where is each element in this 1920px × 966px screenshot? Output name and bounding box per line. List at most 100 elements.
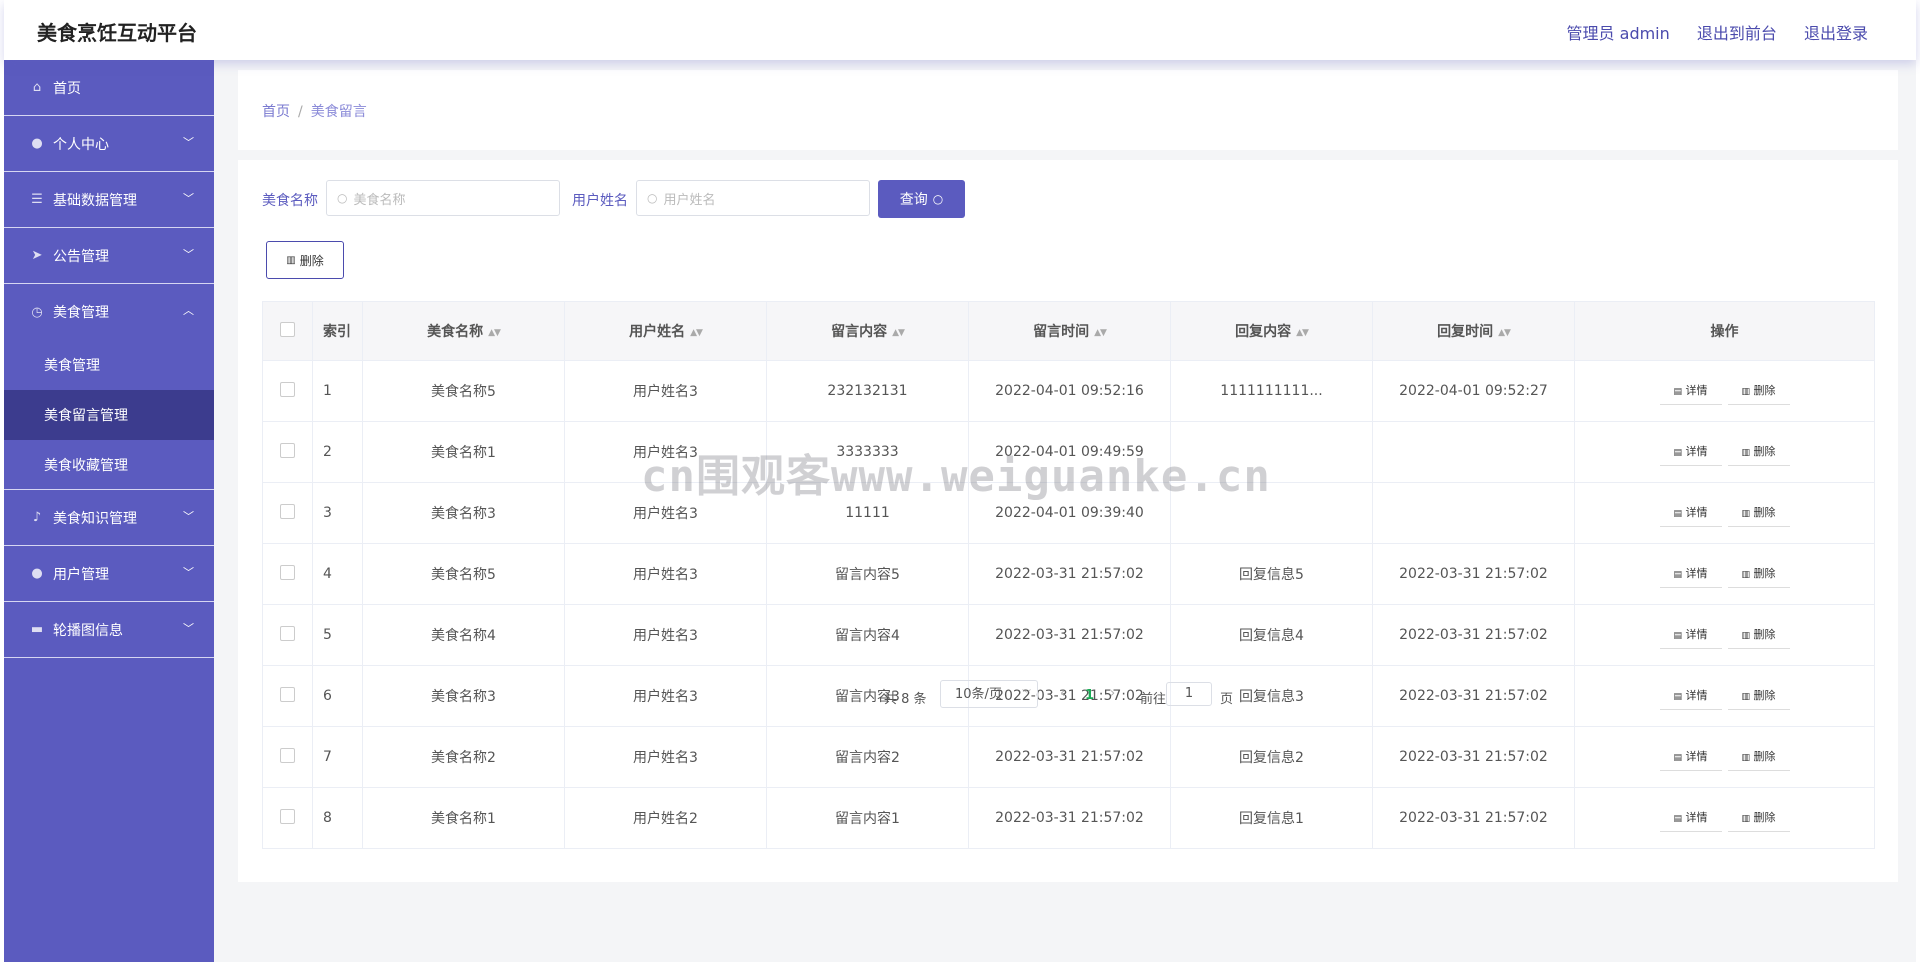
select-all-checkbox[interactable] <box>262 301 313 361</box>
row-checkbox[interactable] <box>262 482 313 544</box>
delete-button[interactable]: ▥ 删除 <box>1727 622 1790 649</box>
app: 美食烹饪互动平台 管理员 admin 退出到前台 退出登录 ⌂ 首页 ● 个人中… <box>4 0 1916 962</box>
sidebar-item-knowledge[interactable]: ♪ 美食知识管理 ﹀ <box>4 490 214 546</box>
column-header-time[interactable]: 留言时间 ▲▼ <box>968 301 1171 361</box>
user-name-label: 用户姓名 <box>572 193 628 209</box>
sidebar-item-base-data[interactable]: ☰ 基础数据管理 ﹀ <box>4 172 214 228</box>
batch-delete-button[interactable]: ▥ 删除 <box>266 241 344 279</box>
cell-user-name: 用户姓名3 <box>564 665 767 727</box>
sidebar-item-users[interactable]: ● 用户管理 ﹀ <box>4 546 214 602</box>
document-icon: ▤ <box>1673 752 1682 763</box>
trash-icon: ▥ <box>1741 813 1750 824</box>
trash-icon: ▥ <box>1741 508 1750 519</box>
sidebar-item-carousel[interactable]: ▬ 轮播图信息 ﹀ <box>4 602 214 658</box>
column-header-actions: 操作 <box>1574 301 1875 361</box>
cell-reply: 回复信息4 <box>1170 604 1373 666</box>
row-checkbox[interactable] <box>262 421 313 483</box>
exit-to-front-link[interactable]: 退出到前台 <box>1697 24 1777 43</box>
cell-time: 2022-03-31 21:57:02 <box>968 726 1171 788</box>
cell-actions: ▤ 详情 ▥ 删除 <box>1574 604 1875 666</box>
row-checkbox[interactable] <box>262 543 313 605</box>
trash-icon: ▥ <box>286 254 296 266</box>
column-header-food[interactable]: 美食名称 ▲▼ <box>362 301 565 361</box>
sidebar-subitem-food-message[interactable]: 美食留言管理 <box>4 390 214 440</box>
breadcrumb-panel: 首页 / 美食留言 <box>238 70 1898 150</box>
delete-button[interactable]: ▥ 删除 <box>1727 561 1790 588</box>
trash-icon: ▥ <box>1741 447 1750 458</box>
goto-label: 前往 <box>1140 692 1167 707</box>
column-header-index: 索引 <box>312 301 363 361</box>
detail-button[interactable]: ▤ 详情 <box>1659 744 1722 771</box>
cell-user-name: 用户姓名3 <box>564 604 767 666</box>
delete-button[interactable]: ▥ 删除 <box>1727 683 1790 710</box>
user-name-input[interactable]: ○ 用户姓名 <box>636 180 870 216</box>
cell-actions: ▤ 详情 ▥ 删除 <box>1574 360 1875 422</box>
document-icon: ▤ <box>1673 630 1682 641</box>
detail-button[interactable]: ▤ 详情 <box>1659 439 1722 466</box>
column-header-reply[interactable]: 回复内容 ▲▼ <box>1170 301 1373 361</box>
delete-button[interactable]: ▥ 删除 <box>1727 439 1790 466</box>
row-checkbox[interactable] <box>262 360 313 422</box>
detail-button[interactable]: ▤ 详情 <box>1659 805 1722 832</box>
goto-page-input[interactable]: 1 <box>1166 682 1212 706</box>
cell-reply: 回复信息1 <box>1170 787 1373 849</box>
goto-suffix: 页 <box>1220 692 1234 707</box>
sidebar-item-food[interactable]: ◷ 美食管理 ︿ <box>4 284 214 340</box>
delete-button[interactable]: ▥ 删除 <box>1727 744 1790 771</box>
sidebar-item-notice[interactable]: ➤ 公告管理 ﹀ <box>4 228 214 284</box>
prev-page-icon[interactable]: ‹ <box>1060 686 1065 701</box>
row-checkbox[interactable] <box>262 604 313 666</box>
trash-icon: ▥ <box>1741 691 1750 702</box>
cell-reply-time <box>1372 421 1575 483</box>
cell-food-name: 美食名称3 <box>362 665 565 727</box>
table-header-row: 索引 美食名称 ▲▼ 用户姓名 ▲▼ 留言内容 ▲▼ 留言时间 ▲▼ 回复内容 ▲▼ 回复… <box>262 301 1875 361</box>
delete-button[interactable]: ▥ 删除 <box>1727 805 1790 832</box>
detail-button[interactable]: ▤ 详情 <box>1659 622 1722 649</box>
admin-link[interactable]: 管理员 admin <box>1567 24 1670 43</box>
cell-content: 留言内容2 <box>766 726 969 788</box>
column-header-content[interactable]: 留言内容 ▲▼ <box>766 301 969 361</box>
sidebar-subitem-food-favorite[interactable]: 美食收藏管理 <box>4 440 214 490</box>
cell-index: 2 <box>312 421 363 483</box>
sidebar-subitem-food-manage[interactable]: 美食管理 <box>4 340 214 390</box>
detail-button[interactable]: ▤ 详情 <box>1659 500 1722 527</box>
sidebar-item-personal[interactable]: ● 个人中心 ﹀ <box>4 116 214 172</box>
detail-button[interactable]: ▤ 详情 <box>1659 561 1722 588</box>
cell-index: 8 <box>312 787 363 849</box>
cell-content: 232132131 <box>766 360 969 422</box>
delete-button[interactable]: ▥ 删除 <box>1727 500 1790 527</box>
breadcrumb-current: 美食留言 <box>310 104 367 120</box>
cell-reply-time: 2022-03-31 21:57:02 <box>1372 604 1575 666</box>
cell-actions: ▤ 详情 ▥ 删除 <box>1574 482 1875 544</box>
cell-time: 2022-03-31 21:57:02 <box>968 787 1171 849</box>
logout-link[interactable]: 退出登录 <box>1804 24 1868 43</box>
row-checkbox[interactable] <box>262 726 313 788</box>
delete-button[interactable]: ▥ 删除 <box>1727 378 1790 405</box>
next-page-icon[interactable]: › <box>1110 686 1115 701</box>
food-name-label: 美食名称 <box>262 193 318 209</box>
cell-reply: 回复信息2 <box>1170 726 1373 788</box>
breadcrumb-home[interactable]: 首页 <box>262 104 290 120</box>
detail-button[interactable]: ▤ 详情 <box>1659 378 1722 405</box>
page-size-select[interactable]: 10条/页 ﹀ <box>940 680 1038 708</box>
row-checkbox[interactable] <box>262 665 313 727</box>
mic-icon: ♪ <box>32 510 42 525</box>
cell-food-name: 美食名称3 <box>362 482 565 544</box>
message-table: 索引 美食名称 ▲▼ 用户姓名 ▲▼ 留言内容 ▲▼ 留言时间 ▲▼ 回复内容 ▲▼ 回复… <box>262 301 1875 849</box>
document-icon: ▤ <box>1673 386 1682 397</box>
cell-index: 7 <box>312 726 363 788</box>
table-row: 1 美食名称5 用户姓名3 232132131 2022-04-01 09:52:16 1… <box>262 360 1875 422</box>
page-number-current[interactable]: 1 <box>1085 688 1094 703</box>
query-button[interactable]: 查询 ○ <box>878 180 965 218</box>
row-checkbox[interactable] <box>262 787 313 849</box>
cell-time: 2022-03-31 21:57:02 <box>968 604 1171 666</box>
chevron-down-icon: ﹀ <box>183 192 194 205</box>
food-name-input[interactable]: ○ 美食名称 <box>326 180 560 216</box>
column-header-user[interactable]: 用户姓名 ▲▼ <box>564 301 767 361</box>
trash-icon: ▥ <box>1741 630 1750 641</box>
sidebar-item-home[interactable]: ⌂ 首页 <box>4 60 214 116</box>
detail-button[interactable]: ▤ 详情 <box>1659 683 1722 710</box>
cell-reply: 1111111111... <box>1170 360 1373 422</box>
cell-food-name: 美食名称5 <box>362 543 565 605</box>
column-header-reply-time[interactable]: 回复时间 ▲▼ <box>1372 301 1575 361</box>
